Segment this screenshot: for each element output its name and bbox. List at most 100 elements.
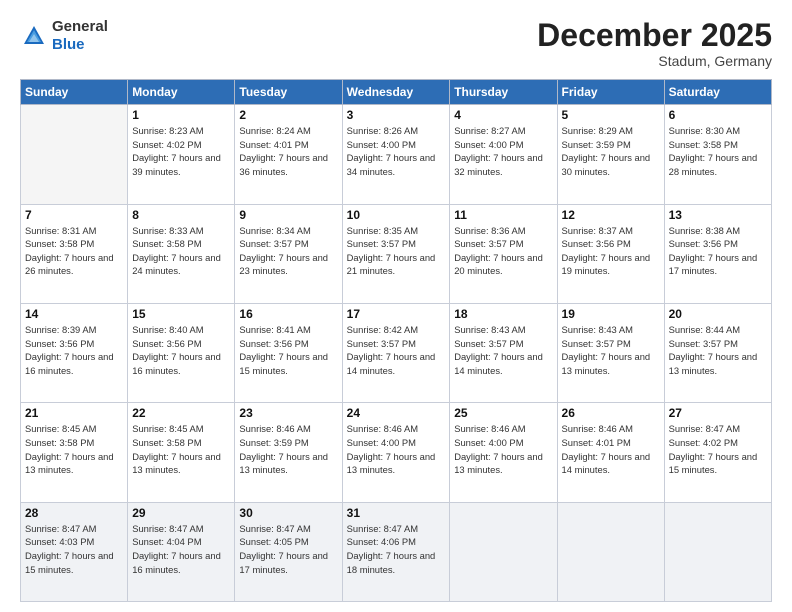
day-number: 20 <box>669 307 767 321</box>
calendar-cell: 6Sunrise: 8:30 AMSunset: 3:58 PMDaylight… <box>664 105 771 204</box>
day-info: Sunrise: 8:42 AMSunset: 3:57 PMDaylight:… <box>347 323 446 378</box>
title-block: December 2025 Stadum, Germany <box>537 18 772 69</box>
day-info: Sunrise: 8:41 AMSunset: 3:56 PMDaylight:… <box>239 323 337 378</box>
calendar-cell: 2Sunrise: 8:24 AMSunset: 4:01 PMDaylight… <box>235 105 342 204</box>
calendar-cell: 28 Sunrise: 8:47 AMSunset: 4:03 PMDayligh… <box>21 502 128 601</box>
logo-icon <box>20 22 48 50</box>
calendar-cell <box>664 502 771 601</box>
calendar-cell: 10 Sunrise: 8:35 AMSunset: 3:57 PMDayligh… <box>342 204 450 303</box>
calendar-cell: 16 Sunrise: 8:41 AMSunset: 3:56 PMDayligh… <box>235 303 342 402</box>
day-number: 19 <box>562 307 660 321</box>
calendar-cell: 14 Sunrise: 8:39 AMSunset: 3:56 PMDayligh… <box>21 303 128 402</box>
calendar-cell: 1 Sunrise: 8:23 AMSunset: 4:02 PMDaylight… <box>128 105 235 204</box>
calendar-cell: 18Sunrise: 8:43 AMSunset: 3:57 PMDayligh… <box>450 303 557 402</box>
day-info: Sunrise: 8:46 AMSunset: 4:01 PMDaylight:… <box>562 422 660 477</box>
day-header-friday: Friday <box>557 80 664 105</box>
day-number: 14 <box>25 307 123 321</box>
header: General Blue December 2025 Stadum, Germa… <box>20 18 772 69</box>
week-row-5: 28 Sunrise: 8:47 AMSunset: 4:03 PMDayligh… <box>21 502 772 601</box>
week-row-3: 14 Sunrise: 8:39 AMSunset: 3:56 PMDayligh… <box>21 303 772 402</box>
day-number: 28 <box>25 506 123 520</box>
calendar-cell: 31 Sunrise: 8:47 AMSunset: 4:06 PMDayligh… <box>342 502 450 601</box>
calendar-cell: 4 Sunrise: 8:27 AMSunset: 4:00 PMDaylight… <box>450 105 557 204</box>
day-number: 4 <box>454 108 552 122</box>
day-header-wednesday: Wednesday <box>342 80 450 105</box>
day-info: Sunrise: 8:47 AMSunset: 4:02 PMDaylight:… <box>669 422 767 477</box>
day-info: Sunrise: 8:47 AMSunset: 4:04 PMDaylight:… <box>132 522 230 577</box>
header-row: SundayMondayTuesdayWednesdayThursdayFrid… <box>21 80 772 105</box>
calendar-body: 1 Sunrise: 8:23 AMSunset: 4:02 PMDaylight… <box>21 105 772 602</box>
calendar-cell: 15 Sunrise: 8:40 AMSunset: 3:56 PMDayligh… <box>128 303 235 402</box>
calendar-cell: 12Sunrise: 8:37 AMSunset: 3:56 PMDayligh… <box>557 204 664 303</box>
day-number: 9 <box>239 208 337 222</box>
day-number: 16 <box>239 307 337 321</box>
calendar-table: SundayMondayTuesdayWednesdayThursdayFrid… <box>20 79 772 602</box>
day-number: 1 <box>132 108 230 122</box>
calendar-cell: 23 Sunrise: 8:46 AMSunset: 3:59 PMDayligh… <box>235 403 342 502</box>
day-info: Sunrise: 8:34 AMSunset: 3:57 PMDaylight:… <box>239 224 337 279</box>
day-number: 8 <box>132 208 230 222</box>
day-number: 10 <box>347 208 446 222</box>
logo-text: General Blue <box>52 18 108 54</box>
day-number: 3 <box>347 108 446 122</box>
day-info: Sunrise: 8:46 AMSunset: 3:59 PMDaylight:… <box>239 422 337 477</box>
title-month: December 2025 <box>537 18 772 53</box>
calendar-cell: 20Sunrise: 8:44 AMSunset: 3:57 PMDayligh… <box>664 303 771 402</box>
week-row-4: 21 Sunrise: 8:45 AMSunset: 3:58 PMDayligh… <box>21 403 772 502</box>
day-info: Sunrise: 8:38 AMSunset: 3:56 PMDaylight:… <box>669 224 767 279</box>
calendar-cell: 25 Sunrise: 8:46 AMSunset: 4:00 PMDayligh… <box>450 403 557 502</box>
day-info: Sunrise: 8:43 AMSunset: 3:57 PMDaylight:… <box>562 323 660 378</box>
calendar-cell: 17Sunrise: 8:42 AMSunset: 3:57 PMDayligh… <box>342 303 450 402</box>
day-number: 12 <box>562 208 660 222</box>
calendar-cell: 3 Sunrise: 8:26 AMSunset: 4:00 PMDaylight… <box>342 105 450 204</box>
calendar-cell: 13 Sunrise: 8:38 AMSunset: 3:56 PMDayligh… <box>664 204 771 303</box>
week-row-1: 1 Sunrise: 8:23 AMSunset: 4:02 PMDaylight… <box>21 105 772 204</box>
calendar-cell: 26Sunrise: 8:46 AMSunset: 4:01 PMDayligh… <box>557 403 664 502</box>
logo: General Blue <box>20 18 108 54</box>
calendar-cell <box>557 502 664 601</box>
day-info: Sunrise: 8:46 AMSunset: 4:00 PMDaylight:… <box>347 422 446 477</box>
day-number: 22 <box>132 406 230 420</box>
day-number: 25 <box>454 406 552 420</box>
day-info: Sunrise: 8:46 AMSunset: 4:00 PMDaylight:… <box>454 422 552 477</box>
day-number: 23 <box>239 406 337 420</box>
calendar-cell: 19 Sunrise: 8:43 AMSunset: 3:57 PMDayligh… <box>557 303 664 402</box>
calendar-cell: 22 Sunrise: 8:45 AMSunset: 3:58 PMDayligh… <box>128 403 235 502</box>
day-info: Sunrise: 8:27 AMSunset: 4:00 PMDaylight:… <box>454 124 552 179</box>
calendar-cell: 24Sunrise: 8:46 AMSunset: 4:00 PMDayligh… <box>342 403 450 502</box>
day-info: Sunrise: 8:47 AMSunset: 4:06 PMDaylight:… <box>347 522 446 577</box>
calendar-cell <box>21 105 128 204</box>
day-info: Sunrise: 8:29 AMSunset: 3:59 PMDaylight:… <box>562 124 660 179</box>
day-number: 21 <box>25 406 123 420</box>
day-info: Sunrise: 8:30 AMSunset: 3:58 PMDaylight:… <box>669 124 767 179</box>
day-header-thursday: Thursday <box>450 80 557 105</box>
day-number: 31 <box>347 506 446 520</box>
day-info: Sunrise: 8:26 AMSunset: 4:00 PMDaylight:… <box>347 124 446 179</box>
logo-general-text: General <box>52 18 108 35</box>
day-info: Sunrise: 8:40 AMSunset: 3:56 PMDaylight:… <box>132 323 230 378</box>
day-info: Sunrise: 8:47 AMSunset: 4:03 PMDaylight:… <box>25 522 123 577</box>
calendar-cell: 8Sunrise: 8:33 AMSunset: 3:58 PMDaylight… <box>128 204 235 303</box>
day-number: 15 <box>132 307 230 321</box>
calendar-cell: 7Sunrise: 8:31 AMSunset: 3:58 PMDaylight… <box>21 204 128 303</box>
calendar-header: SundayMondayTuesdayWednesdayThursdayFrid… <box>21 80 772 105</box>
calendar-cell <box>450 502 557 601</box>
calendar-cell: 9 Sunrise: 8:34 AMSunset: 3:57 PMDaylight… <box>235 204 342 303</box>
day-number: 30 <box>239 506 337 520</box>
day-number: 27 <box>669 406 767 420</box>
calendar-cell: 21Sunrise: 8:45 AMSunset: 3:58 PMDayligh… <box>21 403 128 502</box>
day-number: 18 <box>454 307 552 321</box>
day-number: 7 <box>25 208 123 222</box>
day-number: 13 <box>669 208 767 222</box>
calendar-cell: 11Sunrise: 8:36 AMSunset: 3:57 PMDayligh… <box>450 204 557 303</box>
calendar-cell: 30Sunrise: 8:47 AMSunset: 4:05 PMDayligh… <box>235 502 342 601</box>
day-info: Sunrise: 8:23 AMSunset: 4:02 PMDaylight:… <box>132 124 230 179</box>
day-number: 2 <box>239 108 337 122</box>
day-info: Sunrise: 8:35 AMSunset: 3:57 PMDaylight:… <box>347 224 446 279</box>
title-location: Stadum, Germany <box>537 53 772 69</box>
calendar-cell: 5Sunrise: 8:29 AMSunset: 3:59 PMDaylight… <box>557 105 664 204</box>
day-info: Sunrise: 8:39 AMSunset: 3:56 PMDaylight:… <box>25 323 123 378</box>
day-header-sunday: Sunday <box>21 80 128 105</box>
day-info: Sunrise: 8:36 AMSunset: 3:57 PMDaylight:… <box>454 224 552 279</box>
day-info: Sunrise: 8:45 AMSunset: 3:58 PMDaylight:… <box>132 422 230 477</box>
